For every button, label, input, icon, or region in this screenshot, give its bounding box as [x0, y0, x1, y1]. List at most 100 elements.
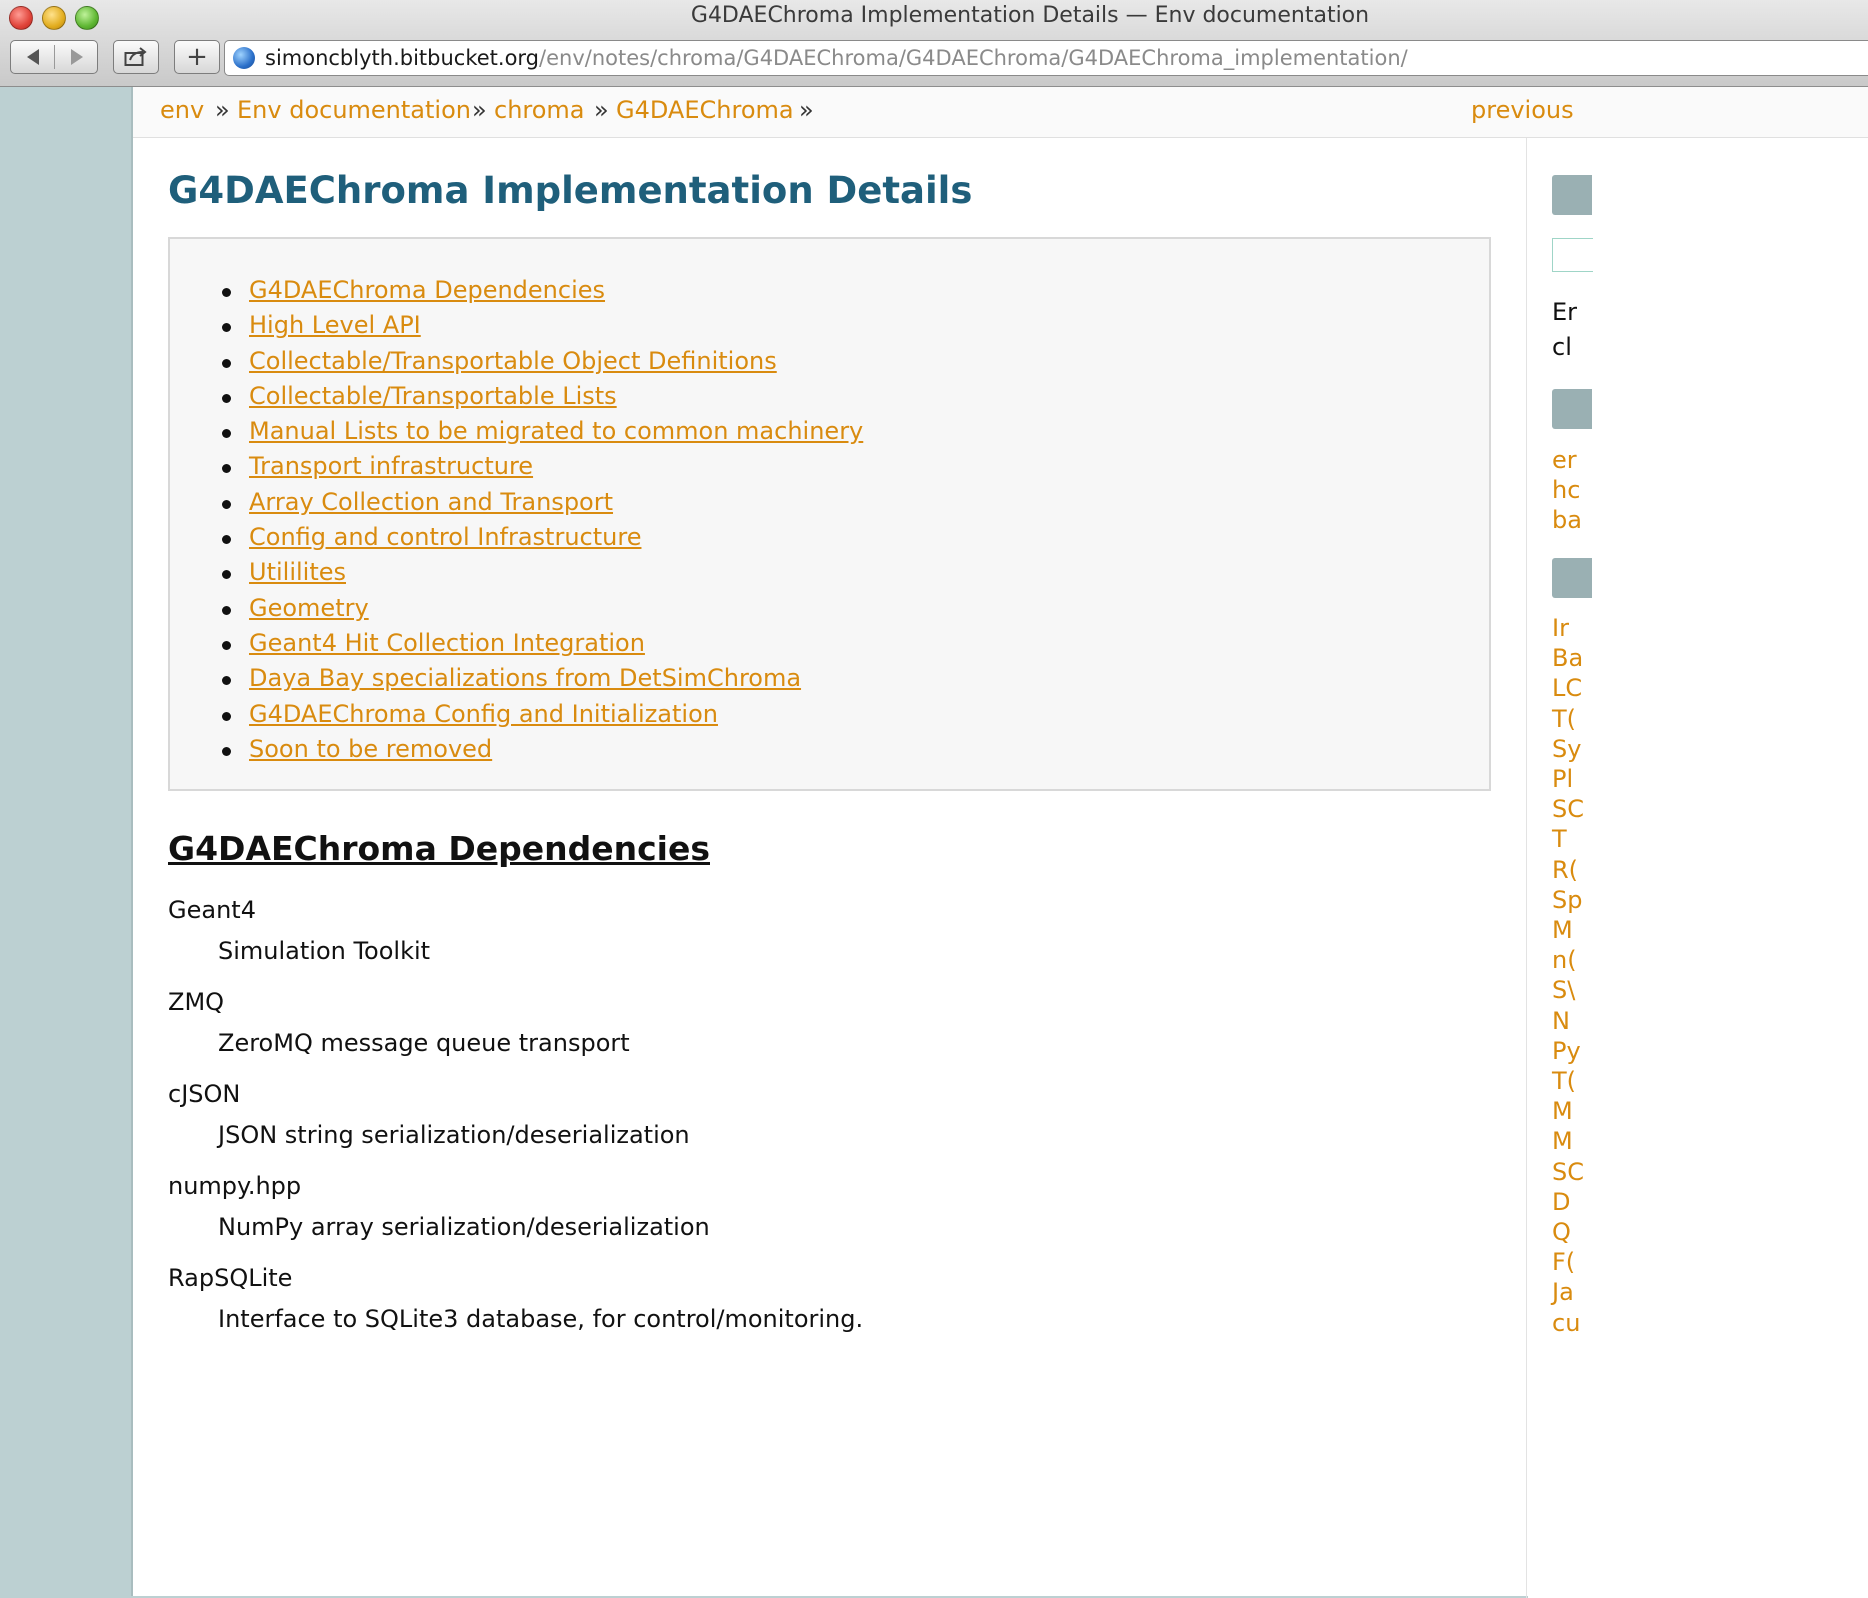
- page-title: G4DAEChroma Implementation Details: [168, 169, 973, 212]
- dependency-term: cJSON: [168, 1080, 241, 1108]
- bullet-icon: [222, 711, 231, 721]
- sidebar-link[interactable]: Pl: [1552, 765, 1573, 793]
- toc-link[interactable]: Utililites: [249, 558, 346, 586]
- globe-icon: [233, 47, 255, 69]
- toc-item: High Level API: [170, 308, 863, 343]
- bullet-icon: [222, 605, 231, 615]
- back-forward-group: [10, 40, 98, 74]
- toc-item: Transport infrastructure: [170, 449, 863, 484]
- sidebar-link[interactable]: hc: [1552, 476, 1580, 504]
- toc-link[interactable]: Geometry: [249, 594, 369, 622]
- bullet-icon: [222, 393, 231, 403]
- toc-link[interactable]: Soon to be removed: [249, 735, 492, 763]
- sidebar: Er cl er hc ba Ir Ba LC T(Sy Pl SC T R(Sp Mn(S\ N Py T…: [1528, 138, 1868, 1598]
- url-host: simoncblyth.bitbucket.org: [265, 46, 540, 70]
- address-bar[interactable]: simoncblyth.bitbucket.org/env/notes/chro…: [224, 40, 1868, 76]
- sidebar-link[interactable]: Q: [1552, 1218, 1571, 1246]
- toc-link[interactable]: Config and control Infrastructure: [249, 523, 641, 551]
- url-text: simoncblyth.bitbucket.org/env/notes/chro…: [265, 46, 1408, 70]
- previous-link[interactable]: previous: [1471, 96, 1574, 124]
- sidebar-link[interactable]: Sp: [1552, 886, 1582, 914]
- close-window-icon[interactable]: [9, 6, 33, 30]
- breadcrumb-env-documentation[interactable]: Env documentation: [237, 96, 471, 124]
- breadcrumb-separator: »: [594, 96, 609, 124]
- sidebar-link[interactable]: Ba: [1552, 644, 1583, 672]
- sidebar-link[interactable]: Ir: [1552, 614, 1569, 642]
- share-icon: [124, 47, 147, 66]
- dependency-description: Simulation Toolkit: [218, 937, 431, 965]
- dependency-term: Geant4: [168, 896, 256, 924]
- toc-item: G4DAEChroma Config and Initialization: [170, 697, 863, 732]
- dependency-list: Geant4 Simulation Toolkit ZMQ ZeroMQ messag…: [168, 893, 863, 1353]
- sidebar-link[interactable]: SC: [1552, 795, 1584, 823]
- sidebar-link[interactable]: R(: [1552, 856, 1578, 884]
- sidebar-link[interactable]: S\: [1552, 976, 1575, 1004]
- toc-link[interactable]: Array Collection and Transport: [249, 488, 613, 516]
- sidebar-link[interactable]: Sy: [1552, 735, 1581, 763]
- bullet-icon: [222, 499, 231, 509]
- dependency-term: numpy.hpp: [168, 1172, 302, 1200]
- toc-link[interactable]: Manual Lists to be migrated to common ma…: [249, 417, 863, 445]
- sidebar-link[interactable]: M: [1552, 916, 1573, 944]
- sidebar-link[interactable]: Py: [1552, 1037, 1581, 1065]
- toc-link[interactable]: Daya Bay specializations from DetSimChro…: [249, 664, 801, 692]
- breadcrumb-g4daechroma[interactable]: G4DAEChroma: [616, 96, 794, 124]
- dependency-description: ZeroMQ message queue transport: [218, 1029, 630, 1057]
- sidebar-link[interactable]: M: [1552, 1097, 1573, 1125]
- bullet-icon: [222, 746, 231, 756]
- sidebar-tab[interactable]: [1552, 558, 1592, 598]
- sidebar-link[interactable]: D: [1552, 1188, 1570, 1216]
- toc-link[interactable]: Transport infrastructure: [249, 452, 533, 480]
- breadcrumb-separator: »: [472, 96, 487, 124]
- toc-link[interactable]: Geant4 Hit Collection Integration: [249, 629, 645, 657]
- bullet-icon: [222, 640, 231, 650]
- toc-link[interactable]: G4DAEChroma Config and Initialization: [249, 700, 718, 728]
- toc-item: Array Collection and Transport: [170, 485, 863, 520]
- sidebar-link[interactable]: ba: [1552, 506, 1582, 534]
- sidebar-link[interactable]: T(: [1552, 1067, 1576, 1095]
- new-tab-button[interactable]: +: [174, 40, 220, 74]
- sidebar-link[interactable]: n(: [1552, 946, 1577, 974]
- sidebar-link[interactable]: F(: [1552, 1248, 1575, 1276]
- toc-link[interactable]: G4DAEChroma Dependencies: [249, 276, 605, 304]
- toc-item: Manual Lists to be migrated to common ma…: [170, 414, 863, 449]
- toc-item: Geometry: [170, 591, 863, 626]
- sidebar-link[interactable]: T: [1552, 825, 1567, 853]
- main-content: G4DAEChroma Implementation Details G4DAE…: [133, 138, 1527, 1598]
- toc-item: Utililites: [170, 555, 863, 590]
- share-button[interactable]: [113, 40, 159, 74]
- breadcrumb-env[interactable]: env: [160, 96, 204, 124]
- dependency-description: Interface to SQLite3 database, for contr…: [218, 1305, 864, 1333]
- sidebar-text: cl: [1552, 333, 1572, 361]
- sidebar-tab[interactable]: [1552, 389, 1592, 429]
- section-heading-dependencies[interactable]: G4DAEChroma Dependencies: [168, 829, 710, 868]
- sidebar-search-input[interactable]: [1552, 238, 1593, 272]
- zoom-window-icon[interactable]: [75, 6, 99, 30]
- sidebar-tab[interactable]: [1552, 175, 1592, 215]
- sidebar-link[interactable]: LC: [1552, 674, 1582, 702]
- back-button[interactable]: [11, 41, 54, 73]
- bullet-icon: [222, 464, 231, 474]
- toc-item: Soon to be removed: [170, 732, 863, 767]
- sidebar-link[interactable]: Ja: [1552, 1278, 1574, 1306]
- sidebar-link[interactable]: M: [1552, 1127, 1573, 1155]
- sidebar-link[interactable]: N: [1552, 1007, 1570, 1035]
- url-path: /env/notes/chroma/G4DAEChroma/G4DAEChrom…: [539, 46, 1408, 70]
- breadcrumb-separator: »: [799, 96, 814, 124]
- sidebar-link[interactable]: er: [1552, 446, 1577, 474]
- plus-icon: +: [186, 42, 208, 72]
- sidebar-link[interactable]: T(: [1552, 705, 1576, 733]
- breadcrumb-chroma[interactable]: chroma: [494, 96, 585, 124]
- toc-link[interactable]: Collectable/Transportable Object Definit…: [249, 347, 777, 375]
- breadcrumb: env » Env documentation » chroma » G4DAE…: [133, 87, 1868, 138]
- toc-link[interactable]: High Level API: [249, 311, 421, 339]
- sidebar-link[interactable]: cu: [1552, 1309, 1580, 1337]
- forward-button[interactable]: [55, 41, 98, 73]
- toc-link[interactable]: Collectable/Transportable Lists: [249, 382, 617, 410]
- sidebar-text: Er: [1552, 298, 1578, 326]
- page: env » Env documentation » chroma » G4DAE…: [131, 87, 1868, 1598]
- toc-item: Geant4 Hit Collection Integration: [170, 626, 863, 661]
- toc-item: Collectable/Transportable Object Definit…: [170, 344, 863, 379]
- sidebar-link[interactable]: SC: [1552, 1158, 1584, 1186]
- minimize-window-icon[interactable]: [42, 6, 66, 30]
